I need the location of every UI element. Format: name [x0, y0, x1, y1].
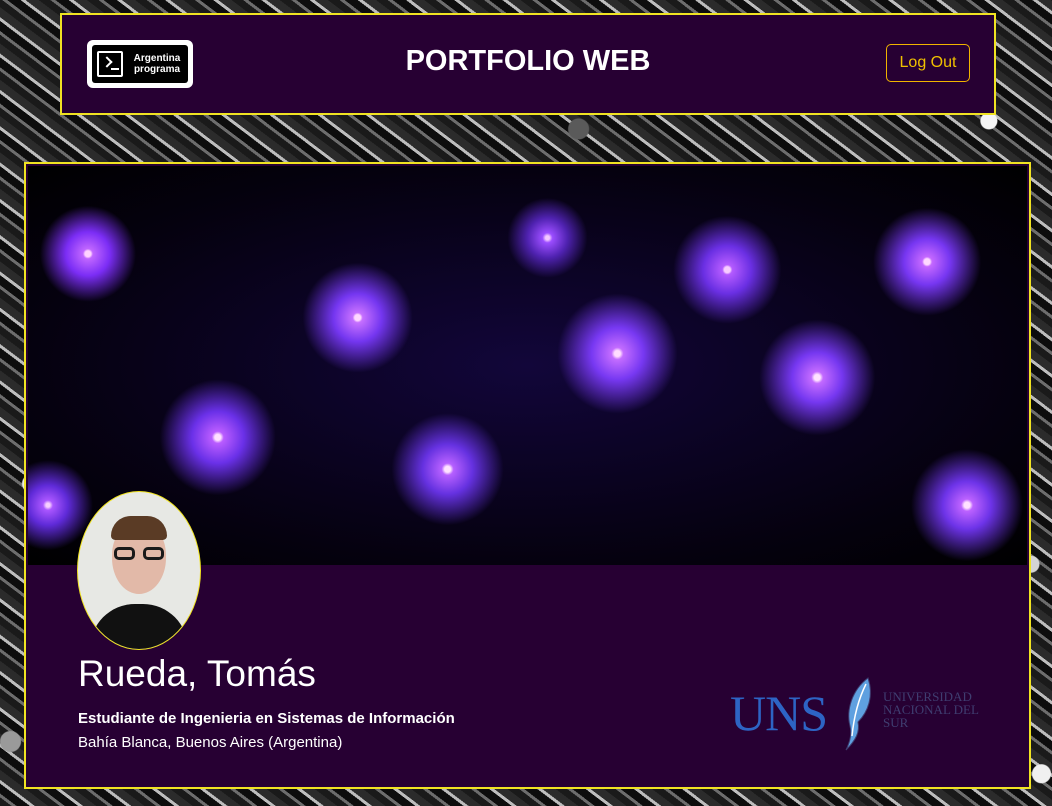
profile-location: Bahía Blanca, Buenos Aires (Argentina) — [78, 734, 343, 751]
banner-image — [28, 166, 1027, 565]
uns-logo[interactable]: UNS UNIVERSIDAD NACIONAL DEL SUR — [730, 674, 986, 754]
profile-card: Rueda, Tomás Estudiante de Ingenieria en… — [24, 162, 1031, 789]
profile-name: Rueda, Tomás — [78, 653, 316, 694]
uns-abbreviation: UNS — [730, 685, 828, 741]
uns-name: UNIVERSIDAD NACIONAL DEL SUR — [883, 689, 979, 730]
avatar-glasses — [114, 547, 164, 561]
avatar — [77, 491, 201, 650]
avatar-shirt — [90, 604, 188, 649]
profile-degree: Estudiante de Ingenieria en Sistemas de … — [78, 710, 455, 727]
quill-icon — [845, 677, 871, 751]
avatar-hair — [111, 516, 167, 540]
page-title: PORTFOLIO WEB — [405, 45, 651, 77]
navbar: Argentina programa PORTFOLIO WEB Log Out — [60, 13, 996, 115]
logout-button[interactable]: Log Out — [886, 44, 970, 82]
